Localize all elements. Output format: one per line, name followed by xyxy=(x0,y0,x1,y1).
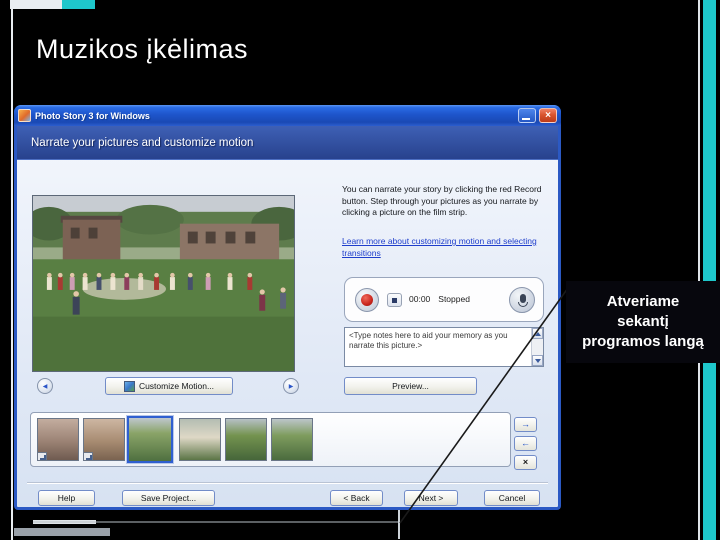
filmstrip-thumbnail-6[interactable] xyxy=(271,418,313,461)
right-edge-line xyxy=(698,0,700,540)
minimize-icon xyxy=(522,118,530,120)
top-accent-bar-white xyxy=(10,0,62,9)
arrow-right-icon: → xyxy=(521,419,530,429)
chevron-right-icon: ▶ xyxy=(288,383,294,390)
scroll-down-icon[interactable] xyxy=(532,355,543,366)
record-status: Stopped xyxy=(438,294,470,304)
window-title: Photo Story 3 for Windows xyxy=(35,110,150,121)
next-button[interactable]: Next > xyxy=(404,490,458,506)
customize-motion-label: Customize Motion... xyxy=(138,381,215,391)
slide: Muzikos įkėlimas Photo Story 3 for Windo… xyxy=(0,0,720,540)
photo-image xyxy=(33,196,294,371)
cancel-button[interactable]: Cancel xyxy=(484,490,540,506)
filmstrip-thumbnail-2[interactable] xyxy=(83,418,125,461)
left-edge-line xyxy=(11,0,13,540)
stop-icon xyxy=(392,297,397,303)
record-time-display: 00:00 Stopped xyxy=(409,294,470,304)
window-titlebar[interactable]: Photo Story 3 for Windows × xyxy=(14,105,561,126)
arrow-left-icon: ← xyxy=(521,438,530,448)
notes-textarea[interactable]: <Type notes here to aid your memory as y… xyxy=(344,327,544,367)
help-button-label: Help xyxy=(57,493,76,503)
move-picture-forward-button[interactable]: → xyxy=(514,417,537,432)
bottom-accent-bar-white xyxy=(33,520,96,524)
close-button[interactable]: × xyxy=(539,108,557,123)
scroll-up-icon[interactable] xyxy=(532,328,543,339)
chevron-left-icon: ◀ xyxy=(42,383,48,390)
filmstrip-thumbnail-1[interactable] xyxy=(37,418,79,461)
microphone-level-indicator xyxy=(509,287,535,313)
filmstrip-thumbnail-4[interactable] xyxy=(179,418,221,461)
callout-line-1: Atveriame xyxy=(606,293,680,310)
callout-box: Atveriame sekantį programos langą xyxy=(566,281,720,363)
record-button[interactable] xyxy=(355,288,379,312)
save-project-button[interactable]: Save Project... xyxy=(122,490,215,506)
next-picture-button[interactable]: ▶ xyxy=(283,378,299,394)
filmstrip-thumbnail-3-selected[interactable] xyxy=(127,416,173,463)
notes-scrollbar[interactable] xyxy=(531,328,543,366)
top-accent-bar-cyan xyxy=(62,0,95,9)
remove-picture-button[interactable]: × xyxy=(514,455,537,470)
remove-icon: × xyxy=(522,457,529,467)
stop-button[interactable] xyxy=(387,293,402,307)
photostory-window: Photo Story 3 for Windows × Narrate your… xyxy=(14,105,561,510)
cancel-button-label: Cancel xyxy=(498,493,526,503)
bottom-divider xyxy=(27,482,548,484)
photo-preview xyxy=(32,195,295,372)
preview-button-label: Preview... xyxy=(392,381,429,391)
slide-title: Muzikos įkėlimas xyxy=(36,34,249,64)
preview-button[interactable]: Preview... xyxy=(344,377,477,395)
motion-indicator-icon xyxy=(37,452,47,461)
callout-line-3: programos langą xyxy=(582,333,704,350)
move-picture-backward-button[interactable]: ← xyxy=(514,436,537,451)
microphone-icon xyxy=(518,294,528,307)
customize-motion-icon xyxy=(123,380,135,392)
notes-hint-text: <Type notes here to aid your memory as y… xyxy=(349,331,508,350)
photostory-icon xyxy=(18,109,31,122)
filmstrip-thumbnail-5[interactable] xyxy=(225,418,267,461)
callout-line-2: sekantį xyxy=(617,313,669,330)
back-button-label: < Back xyxy=(343,493,370,503)
record-time: 00:00 xyxy=(409,294,431,304)
instructions-text: You can narrate your story by clicking t… xyxy=(342,184,542,217)
record-icon xyxy=(361,294,373,306)
customize-motion-button[interactable]: Customize Motion... xyxy=(105,377,233,395)
previous-picture-button[interactable]: ◀ xyxy=(37,378,53,394)
film-strip xyxy=(30,412,511,467)
save-project-label: Save Project... xyxy=(140,493,197,503)
wizard-header-title: Narrate your pictures and customize moti… xyxy=(31,137,254,149)
right-accent-bar-cyan xyxy=(703,0,716,540)
minimize-button[interactable] xyxy=(518,108,536,123)
next-button-label: Next > xyxy=(418,493,444,503)
bottom-accent-bar-gray xyxy=(14,528,110,536)
wizard-header: Narrate your pictures and customize moti… xyxy=(17,126,558,160)
help-button[interactable]: Help xyxy=(38,490,95,506)
close-icon: × xyxy=(545,109,551,121)
record-panel: 00:00 Stopped xyxy=(344,277,544,322)
motion-indicator-icon xyxy=(83,452,93,461)
back-button[interactable]: < Back xyxy=(330,490,383,506)
learn-more-link[interactable]: Learn more about customizing motion and … xyxy=(342,236,546,259)
